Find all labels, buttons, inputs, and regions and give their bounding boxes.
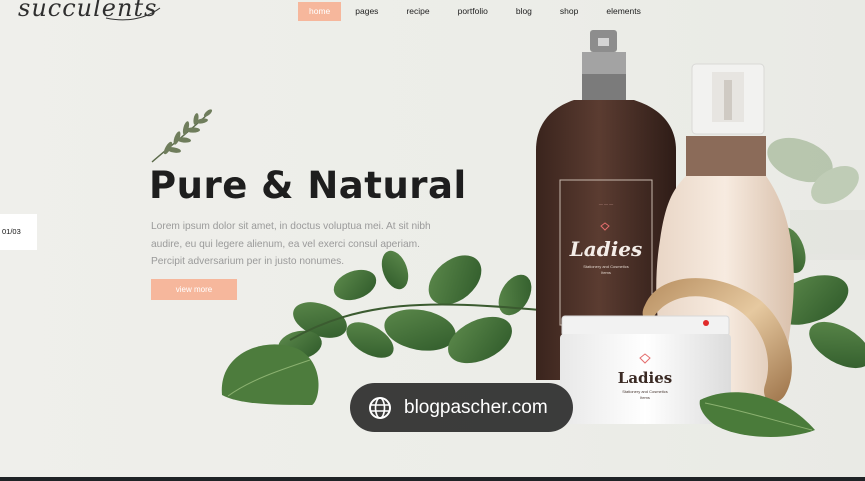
bottle-tagline: Stationery and Cosmetics <box>583 264 629 269</box>
front-leaf-left <box>221 344 319 405</box>
bottom-bar <box>0 477 865 481</box>
watermark-text: blogpascher.com <box>404 396 548 418</box>
jar-tagline: Stationery and Cosmetics <box>622 389 668 394</box>
globe-icon <box>369 396 391 419</box>
svg-text:— — —: — — — <box>599 201 613 206</box>
jar-sub: Items <box>640 395 650 400</box>
bottle-brand: Ladies <box>569 237 643 261</box>
watermark-badge: blogpascher.com <box>350 383 573 432</box>
jar-brand: Ladies <box>618 369 672 387</box>
bottle-sub: Items <box>601 270 611 275</box>
front-leaf-right <box>699 392 815 437</box>
hero-page: succulents home pages recipe portfolio b… <box>0 0 865 481</box>
